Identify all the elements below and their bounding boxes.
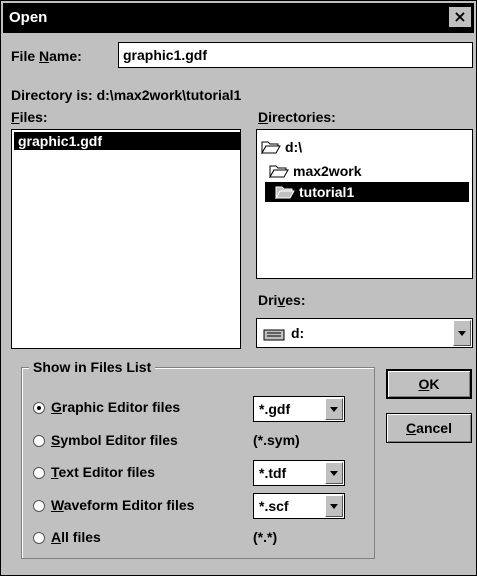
text-filter-value: *.tdf (259, 465, 287, 481)
drives-value: d: (291, 325, 305, 341)
symbol-filter-text: (*.sym) (253, 432, 300, 448)
all-files-radio[interactable] (33, 532, 45, 544)
directories-list[interactable]: d:\ max2work tutorial1 (256, 129, 473, 279)
directory-item-label: tutorial1 (299, 184, 355, 200)
graphic-filter-value: *.gdf (259, 401, 291, 417)
all-files-label[interactable]: All files (51, 529, 101, 545)
file-name-input[interactable]: graphic1.gdf (118, 42, 473, 68)
directories-label: Directories: (258, 109, 336, 125)
drives-dropdown-button[interactable] (453, 320, 471, 346)
open-dialog: Open × File Name: graphic1.gdf Directory… (0, 0, 477, 576)
files-label: Files: (11, 109, 48, 125)
drives-label: Drives: (258, 292, 306, 308)
text-editor-label[interactable]: Text Editor files (51, 464, 155, 480)
directory-item-tutorial1[interactable]: tutorial1 (265, 182, 469, 202)
files-list[interactable]: graphic1.gdf (11, 129, 241, 349)
all-files-filter-text: (*.*) (253, 529, 278, 545)
close-button[interactable]: × (448, 6, 472, 28)
text-filter-dropdown-button[interactable] (325, 462, 343, 484)
file-name-value: graphic1.gdf (123, 47, 208, 63)
ok-button[interactable]: OK (386, 369, 472, 399)
text-filter-dropdown[interactable]: *.tdf (253, 460, 345, 486)
drives-dropdown[interactable]: d: (256, 318, 473, 348)
symbol-editor-radio[interactable] (33, 435, 45, 447)
file-list-item[interactable]: graphic1.gdf (14, 132, 240, 150)
graphic-editor-label[interactable]: Graphic Editor files (51, 399, 180, 415)
graphic-editor-radio[interactable] (33, 402, 45, 414)
waveform-editor-label[interactable]: Waveform Editor files (51, 497, 194, 513)
waveform-editor-radio[interactable] (33, 500, 45, 512)
waveform-filter-value: *.scf (259, 498, 289, 514)
graphic-filter-dropdown[interactable]: *.gdf (253, 396, 345, 422)
text-editor-radio[interactable] (33, 467, 45, 479)
drive-icon (263, 329, 285, 341)
window-title: Open (9, 9, 48, 26)
directory-item-label: max2work (293, 163, 362, 179)
cancel-button[interactable]: Cancel (386, 413, 472, 443)
symbol-editor-label[interactable]: Symbol Editor files (51, 432, 178, 448)
close-icon: × (453, 7, 467, 26)
directory-item-label: d:\ (285, 139, 303, 155)
directory-item-root[interactable]: d:\ (261, 137, 302, 157)
open-folder-icon (261, 141, 281, 154)
waveform-filter-dropdown-button[interactable] (325, 495, 343, 517)
graphic-filter-dropdown-button[interactable] (325, 398, 343, 420)
directory-path-label: Directory is: d:\max2work\tutorial1 (11, 87, 242, 103)
open-folder-icon (275, 186, 295, 199)
file-name-label: File Name: (11, 48, 82, 64)
directory-item-max2work[interactable]: max2work (269, 161, 361, 181)
title-bar[interactable]: Open × (3, 3, 474, 33)
show-in-files-list-label: Show in Files List (29, 359, 156, 375)
open-folder-icon (269, 165, 289, 178)
waveform-filter-dropdown[interactable]: *.scf (253, 493, 345, 519)
